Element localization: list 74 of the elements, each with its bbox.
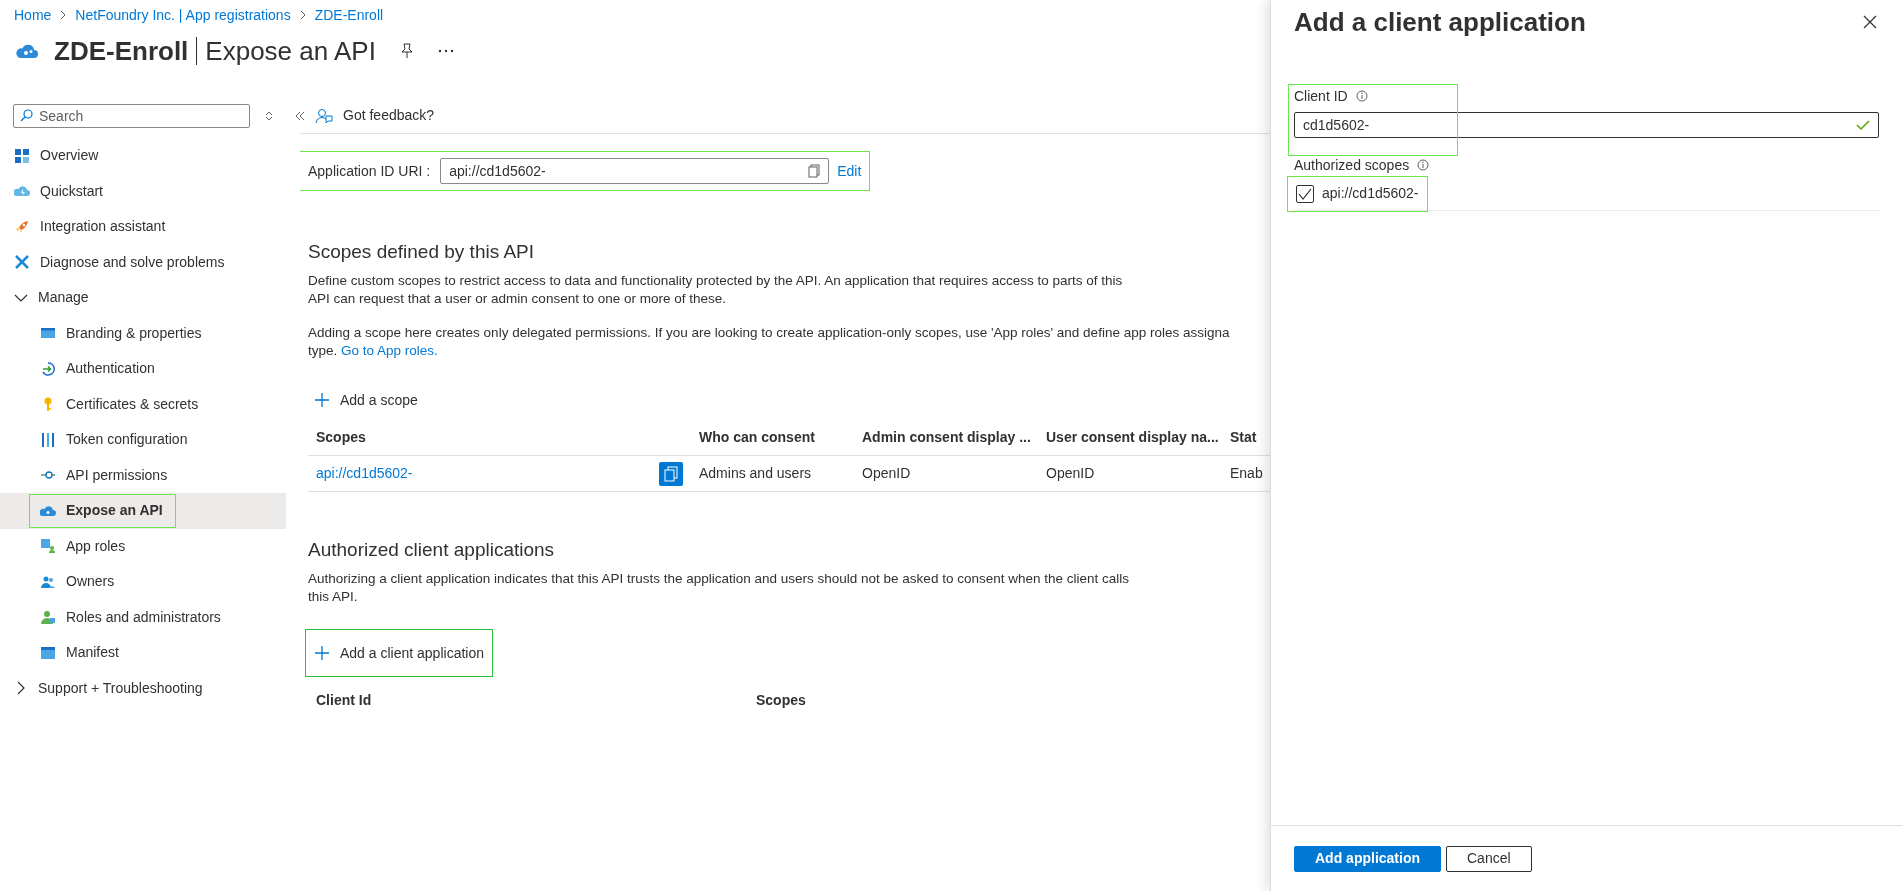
table-cell-text: Admins and users — [698, 464, 813, 483]
field-label: Authorized scopes — [1294, 155, 1410, 175]
pin-icon — [399, 43, 414, 59]
nav-item[interactable]: Roles and administrators — [30, 601, 233, 634]
section-heading: Authorized client applications — [308, 538, 556, 562]
cancel-button[interactable]: Cancel — [1446, 845, 1532, 872]
field-label: Application ID URI : — [308, 161, 431, 181]
add-scope-button[interactable]: Add a scope — [308, 384, 424, 416]
column-header: Stat — [1229, 428, 1258, 447]
more-icon — [437, 49, 454, 53]
nav-item[interactable]: Quickstart — [14, 175, 115, 208]
column-header: Scopes — [755, 690, 807, 710]
section-heading: Scopes defined by this API — [308, 240, 536, 264]
search-icon — [20, 109, 33, 122]
rocket-icon — [14, 218, 30, 235]
table-cell-text: OpenID — [861, 464, 912, 483]
add-client-button[interactable]: Add a client application — [306, 630, 492, 676]
nav-item[interactable]: Branding & properties — [30, 317, 214, 350]
column-header: Scopes — [315, 428, 367, 447]
nav-item[interactable]: App roles — [30, 530, 138, 563]
nav-item[interactable]: Overview — [14, 139, 111, 172]
copy-icon — [808, 164, 821, 178]
nav-item[interactable]: API permissions — [30, 459, 180, 492]
nav-item[interactable]: Integration assistant — [14, 210, 178, 243]
feedback-button[interactable]: Got feedback? — [300, 105, 450, 126]
client-id-field[interactable]: cd1d5602- — [1294, 112, 1879, 138]
edit-link[interactable]: Edit — [837, 160, 862, 182]
section-description: Define custom scopes to restrict access to data and functionality protected by the API. An application that requires access to parts of this API can request that a user or admin consent to one or more of these. — [308, 272, 1124, 308]
uri-field[interactable]: api://cd1d5602- — [440, 158, 830, 184]
column-header: Admin consent display ... — [861, 428, 1032, 447]
scope-checkbox[interactable]: api://cd1d5602- — [1288, 176, 1427, 211]
nav-item[interactable]: Certificates & secrets — [30, 388, 211, 421]
search-field[interactable]: Search — [13, 104, 250, 128]
tools-icon — [14, 254, 30, 271]
nav-item[interactable]: Token configuration — [30, 423, 200, 456]
nav-item[interactable]: Authentication — [30, 352, 167, 385]
nav-item[interactable]: Diagnose and solve problems — [14, 246, 237, 279]
arrow-circle-icon — [40, 360, 56, 377]
breadcrumb-link[interactable]: NetFoundry Inc. | App registrations — [75, 4, 291, 26]
add-application-button[interactable]: Add application — [1294, 845, 1441, 872]
grid-icon — [14, 147, 30, 164]
page-title: Expose an API — [205, 36, 376, 66]
panel-title: Add a client application — [1294, 5, 1586, 39]
chevron-right-icon — [298, 10, 307, 20]
breadcrumb-link[interactable]: Home — [14, 4, 52, 26]
app-name: ZDE-Enroll — [54, 36, 189, 66]
section-description: Authorizing a client application indicates that this API trusts the application and users should not be asked to consent when the client calls this API. — [308, 570, 1130, 606]
plus-icon — [314, 645, 330, 661]
collapse-icon — [294, 111, 306, 121]
copy-button[interactable] — [659, 461, 683, 486]
sort-icon — [264, 110, 274, 122]
info-icon — [1355, 90, 1368, 102]
section-note: Adding a scope here creates only delegated permissions. If you are looking to create application-only scopes, use 'App roles' and define app roles assigna type. Go to App roles. — [308, 324, 1231, 360]
field-label: Client ID — [1294, 86, 1348, 106]
nav-group[interactable]: Manage — [0, 280, 286, 316]
bars-icon — [40, 431, 56, 448]
chevron-right-icon — [59, 10, 68, 20]
person-badge-icon — [40, 609, 56, 626]
breadcrumb-link[interactable]: ZDE-Enroll — [314, 4, 384, 26]
info-icon — [1417, 159, 1430, 171]
checkmark-icon — [1298, 187, 1312, 200]
table-cell-text: OpenID — [1045, 464, 1096, 483]
scope-link[interactable]: api://cd1d5602- — [316, 463, 413, 484]
app-roles-link[interactable]: Go to App roles. — [341, 343, 438, 358]
column-header: User consent display na... — [1045, 428, 1220, 447]
checkmark-icon — [1856, 119, 1870, 131]
nav-item[interactable]: Owners — [30, 565, 127, 598]
column-header: Client Id — [315, 690, 373, 710]
plus-icon — [314, 392, 330, 408]
feedback-icon — [315, 106, 333, 125]
nav-group[interactable]: Support + Troubleshooting — [0, 670, 286, 706]
table-cell-text: Enab — [1229, 464, 1264, 483]
column-header: Who can consent — [698, 428, 816, 447]
nav-item[interactable]: Manifest — [30, 636, 131, 669]
